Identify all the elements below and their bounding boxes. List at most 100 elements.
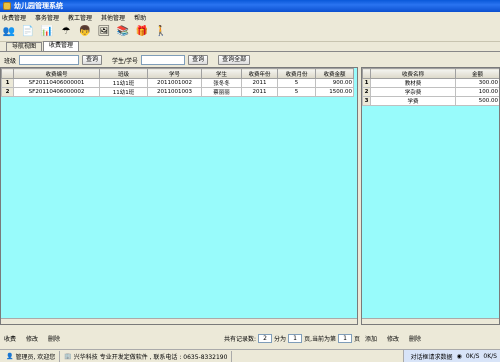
add-item-button[interactable]: 添加 (365, 334, 377, 343)
records-count: 2 (258, 333, 273, 343)
menu-help[interactable]: 帮助 (134, 13, 146, 22)
records-label: 共有记录数: (224, 335, 257, 343)
row-number-header (1, 68, 14, 79)
company-text: 兴华科技 专业开发定做软件 , 联系电话 : 0635-8332190 (73, 353, 228, 361)
horizontal-scrollbar[interactable] (362, 318, 499, 324)
current-page-input[interactable]: 1 (337, 333, 352, 343)
column-header[interactable]: 收费年份 (241, 68, 278, 79)
user-welcome-text: 管理员, 欢迎您 (15, 353, 56, 361)
fee-item-grid[interactable]: 收费名称 金额 1 教材费 300.00 2 学杂费 100.00 3 学费 5… (361, 67, 500, 325)
row-number[interactable]: 1 (362, 78, 371, 88)
fee-id-cell[interactable]: SF20110406000001 (13, 78, 100, 88)
table-row[interactable]: 2 学杂费 100.00 (362, 87, 499, 97)
users-icon[interactable]: 👥 (2, 25, 16, 39)
fee-grid-header: 收费编号 班级 学号 学生 收费年份 收费月份 收费金额 (1, 68, 354, 79)
fee-month-cell[interactable]: 5 (277, 78, 316, 88)
pages-label: 分为 (274, 335, 287, 343)
row-number[interactable]: 2 (1, 87, 14, 97)
column-header[interactable]: 收费编号 (13, 68, 100, 79)
class-cell[interactable]: 11幼1班 (99, 78, 148, 88)
fee-year-cell[interactable]: 2011 (241, 78, 278, 88)
network-icon[interactable]: ◉ (457, 353, 462, 360)
app-icon (3, 2, 11, 10)
row-number-header (362, 68, 371, 79)
row-number[interactable]: 3 (362, 96, 371, 106)
column-header[interactable]: 收费月份 (277, 68, 316, 79)
amount-cell[interactable]: 100.00 (455, 87, 499, 97)
pages-count: 1 (288, 333, 303, 343)
row-number[interactable]: 2 (362, 87, 371, 97)
column-header[interactable]: 学生 (201, 68, 242, 79)
tray-text: 对话框请求数据 (410, 353, 453, 361)
fee-name-cell[interactable]: 教材费 (370, 78, 456, 88)
tab-fee-management[interactable]: 收费管理 (43, 41, 80, 51)
query-class-button[interactable]: 查询 (82, 55, 103, 65)
company-info: 🏢 兴华科技 专业开发定做软件 , 联系电话 : 0635-8332190 (60, 350, 233, 362)
user-status: 👤 管理员, 欢迎您 (2, 350, 61, 362)
tab-navigation-view[interactable]: 导航视图 (6, 42, 43, 51)
gift-icon[interactable]: 🎁 (135, 25, 149, 39)
amount-cell[interactable]: 300.00 (455, 78, 499, 88)
fee-amount-cell[interactable]: 900.00 (315, 78, 354, 88)
class-cell[interactable]: 11幼1班 (99, 87, 148, 97)
menu-affairs-management[interactable]: 事务管理 (35, 13, 59, 22)
umbrella-icon[interactable]: ☂ (59, 25, 73, 39)
exit-icon[interactable]: 🚶 (154, 25, 168, 39)
menu-staff-management[interactable]: 教工管理 (68, 13, 92, 22)
download-speed: 0K/S (483, 352, 497, 360)
filter-bar: 班级 查询 学生/学号 查询 查询全部 (0, 53, 500, 67)
fee-month-cell[interactable]: 5 (277, 87, 316, 97)
table-row[interactable]: 2 SF20110406000002 11幼1班 2011001003 蔡丽丽 … (1, 87, 354, 97)
column-header[interactable]: 班级 (99, 68, 148, 79)
company-icon: 🏢 (64, 352, 72, 360)
fee-item-actions-bar: 添加 修改 删除 (365, 333, 500, 343)
delete-fee-button[interactable]: 删除 (48, 334, 60, 343)
fee-amount-cell[interactable]: 1500.00 (315, 87, 354, 97)
fee-id-cell[interactable]: SF20110406000002 (13, 87, 100, 97)
student-input[interactable] (141, 55, 186, 65)
column-header[interactable]: 学号 (147, 68, 202, 79)
menu-other-management[interactable]: 其他管理 (101, 13, 125, 22)
query-student-button[interactable]: 查询 (188, 55, 209, 65)
column-header[interactable]: 收费名称 (370, 68, 456, 79)
menu-bar: 收费管理 事务管理 教工管理 其他管理 帮助 (0, 12, 500, 22)
charge-fee-button[interactable]: 收费 (4, 334, 16, 343)
delete-item-button[interactable]: 删除 (409, 334, 421, 343)
table-row[interactable]: 3 学费 500.00 (362, 96, 499, 106)
title-bar: 幼儿园管理系统 (0, 0, 500, 12)
row-number[interactable]: 1 (1, 78, 14, 88)
student-id-cell[interactable]: 2011001003 (147, 87, 202, 97)
books-icon[interactable]: 📚 (116, 25, 130, 39)
tab-strip: 导航视图 收费管理 (0, 41, 500, 52)
fee-year-cell[interactable]: 2011 (241, 87, 278, 97)
page-suffix: 页 (353, 335, 360, 343)
column-header[interactable]: 金额 (455, 68, 499, 79)
student-name-cell[interactable]: 蔡丽丽 (201, 87, 242, 97)
edit-fee-button[interactable]: 修改 (26, 334, 38, 343)
amount-cell[interactable]: 500.00 (455, 96, 499, 106)
fee-name-cell[interactable]: 学费 (370, 96, 456, 106)
horizontal-scrollbar[interactable] (1, 318, 357, 324)
menu-fee-management[interactable]: 收费管理 (2, 13, 26, 22)
class-input[interactable] (19, 55, 80, 65)
fee-grid[interactable]: 收费编号 班级 学号 学生 收费年份 收费月份 收费金额 1 SF2011040… (0, 67, 358, 325)
fee-name-cell[interactable]: 学杂费 (370, 87, 456, 97)
chart-icon[interactable]: 📊 (40, 25, 54, 39)
table-row[interactable]: 1 教材费 300.00 (362, 78, 499, 88)
user-icon: 👤 (6, 352, 14, 360)
person-icon[interactable]: 👦 (78, 25, 92, 39)
window-title: 幼儿园管理系统 (14, 2, 63, 10)
fee-actions-bar: 收费 修改 删除 共有记录数: 2 分为 1 页,当前为第 1 页 (4, 333, 360, 343)
fee-item-grid-header: 收费名称 金额 (362, 68, 499, 79)
student-id-cell[interactable]: 2011001002 (147, 78, 202, 88)
class-label: 班级 (4, 57, 17, 65)
edit-item-button[interactable]: 修改 (387, 334, 399, 343)
toolbar: 👥 📄 📊 ☂ 👦 🖼 📚 🎁 🚶 (0, 23, 500, 42)
student-name-cell[interactable]: 张冬冬 (201, 78, 242, 88)
picture-icon[interactable]: 🖼 (97, 25, 111, 39)
document-icon[interactable]: 📄 (21, 25, 35, 39)
query-all-button[interactable]: 查询全部 (218, 55, 251, 65)
table-row[interactable]: 1 SF20110406000001 11幼1班 2011001002 张冬冬 … (1, 78, 354, 88)
column-header[interactable]: 收费金额 (315, 68, 354, 79)
upload-speed: 0K/S (465, 352, 480, 360)
